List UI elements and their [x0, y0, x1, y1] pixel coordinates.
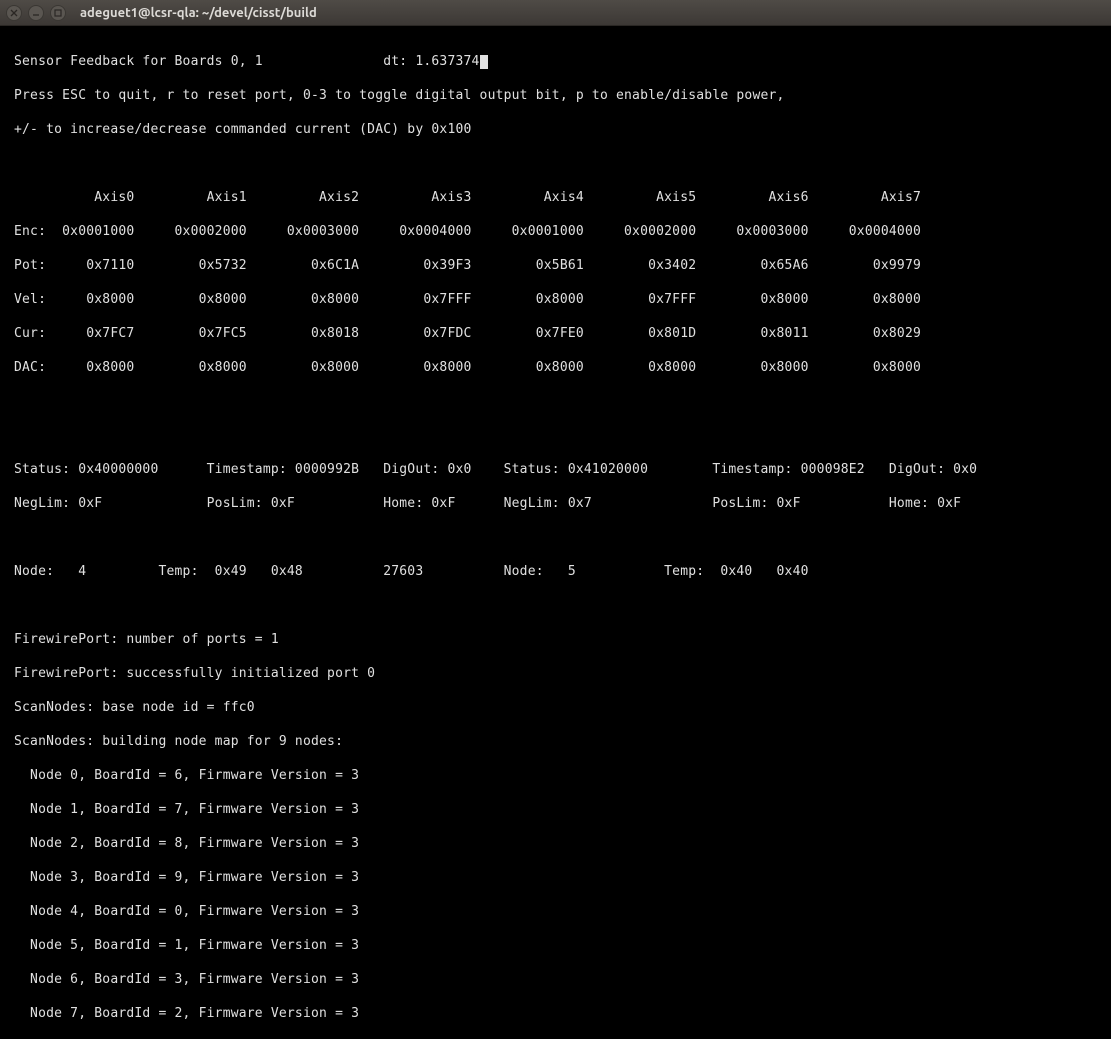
- close-icon[interactable]: [6, 5, 22, 21]
- log-node-7: Node 7, BoardId = 2, Firmware Version = …: [14, 1005, 1097, 1022]
- row-pot: Pot: 0x7110 0x5732 0x6C1A 0x39F3 0x5B61 …: [14, 257, 1097, 274]
- axis-header-row: Axis0 Axis1 Axis2 Axis3 Axis4 Axis5 Axis…: [14, 189, 1097, 206]
- maximize-icon[interactable]: [50, 5, 66, 21]
- log-node-4: Node 4, BoardId = 0, Firmware Version = …: [14, 903, 1097, 920]
- status-row-1: Status: 0x40000000 Timestamp: 0000992B D…: [14, 461, 1097, 478]
- header-title: Sensor Feedback for Boards 0, 1 dt: 1.63…: [14, 54, 480, 69]
- log-node-3: Node 3, BoardId = 9, Firmware Version = …: [14, 869, 1097, 886]
- log-node-6: Node 6, BoardId = 3, Firmware Version = …: [14, 971, 1097, 988]
- row-dac: DAC: 0x8000 0x8000 0x8000 0x8000 0x8000 …: [14, 359, 1097, 376]
- window-titlebar: adeguet1@lcsr-qla: ~/devel/cisst/build: [0, 0, 1111, 26]
- terminal-output: Sensor Feedback for Boards 0, 1 dt: 1.63…: [0, 26, 1111, 1039]
- help-line-2: +/- to increase/decrease commanded curre…: [14, 121, 1097, 138]
- row-enc: Enc: 0x0001000 0x0002000 0x0003000 0x000…: [14, 223, 1097, 240]
- help-line-1: Press ESC to quit, r to reset port, 0-3 …: [14, 87, 1097, 104]
- log-node-0: Node 0, BoardId = 6, Firmware Version = …: [14, 767, 1097, 784]
- log-node-5: Node 5, BoardId = 1, Firmware Version = …: [14, 937, 1097, 954]
- cursor-block: [480, 55, 488, 69]
- log-node-2: Node 2, BoardId = 8, Firmware Version = …: [14, 835, 1097, 852]
- log-line-4: ScanNodes: building node map for 9 nodes…: [14, 733, 1097, 750]
- header-line: Sensor Feedback for Boards 0, 1 dt: 1.63…: [14, 53, 1097, 70]
- row-cur: Cur: 0x7FC7 0x7FC5 0x8018 0x7FDC 0x7FE0 …: [14, 325, 1097, 342]
- status-row-2: NegLim: 0xF PosLim: 0xF Home: 0xF NegLim…: [14, 495, 1097, 512]
- log-node-1: Node 1, BoardId = 7, Firmware Version = …: [14, 801, 1097, 818]
- log-line-1: FirewirePort: number of ports = 1: [14, 631, 1097, 648]
- row-vel: Vel: 0x8000 0x8000 0x8000 0x7FFF 0x8000 …: [14, 291, 1097, 308]
- minimize-icon[interactable]: [28, 5, 44, 21]
- window-title: adeguet1@lcsr-qla: ~/devel/cisst/build: [80, 6, 317, 20]
- log-line-3: ScanNodes: base node id = ffc0: [14, 699, 1097, 716]
- log-line-2: FirewirePort: successfully initialized p…: [14, 665, 1097, 682]
- node-temp-row: Node: 4 Temp: 0x49 0x48 27603 Node: 5 Te…: [14, 563, 1097, 580]
